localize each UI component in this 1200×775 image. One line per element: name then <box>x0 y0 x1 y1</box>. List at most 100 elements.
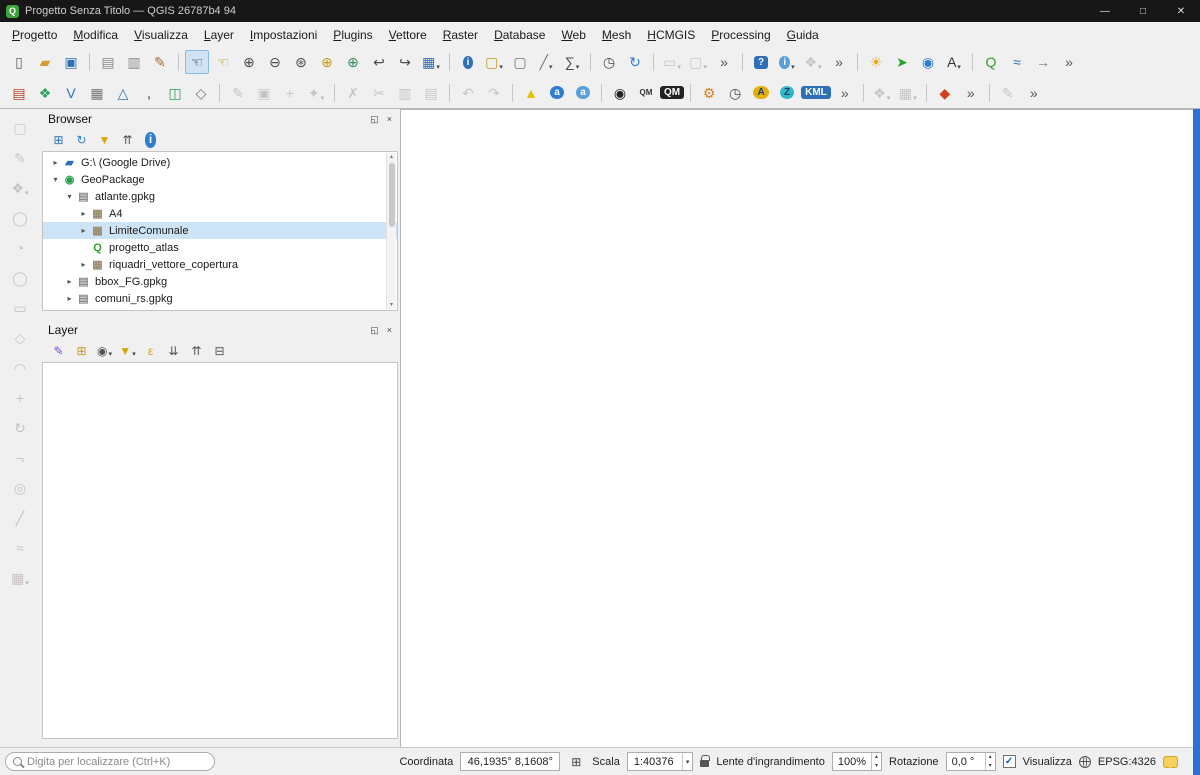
toolbar-overflow-1-button[interactable]: » <box>712 50 736 74</box>
messages-bubble-icon[interactable] <box>1163 755 1178 769</box>
expander-icon[interactable]: ▾ <box>49 175 62 184</box>
digitize-ellipse-button[interactable]: ◯ <box>8 265 32 290</box>
options-star-plugin-button[interactable]: ☀ <box>864 50 888 74</box>
kml-tools-button[interactable]: KML <box>801 81 831 105</box>
filter-by-expression-button[interactable]: ε <box>141 342 160 361</box>
scroll-up-icon[interactable]: ▴ <box>390 153 393 161</box>
expander-icon[interactable]: ▸ <box>63 294 76 303</box>
menu-mesh[interactable]: Mesh <box>594 25 639 45</box>
menu-hcmgis[interactable]: HCMGIS <box>639 25 703 45</box>
expand-all-button[interactable]: ⇊ <box>164 342 183 361</box>
filter-legend-button[interactable]: ▼ ▾ <box>118 342 137 361</box>
chevron-down-icon[interactable]: ▾ <box>681 753 693 770</box>
expander-icon[interactable]: ▸ <box>63 277 76 286</box>
collapse-all-button[interactable]: ⇈ <box>118 131 137 150</box>
saga-plugin-button[interactable]: ◆ <box>933 81 957 105</box>
plugin-disabled-a-button[interactable]: ❖ ▾ <box>801 50 825 74</box>
expander-icon[interactable]: ▸ <box>77 260 90 269</box>
undock-panel-button[interactable]: ◱ <box>370 325 379 336</box>
delete-selected-button[interactable]: ✗ <box>341 81 365 105</box>
add-selected-layers-button[interactable]: ⊞ <box>49 131 68 150</box>
temporal-controller-panel-button[interactable]: ◷ <box>597 50 621 74</box>
menu-progetto[interactable]: Progetto <box>4 25 65 45</box>
crs-label[interactable]: EPSG:4326 <box>1098 756 1156 768</box>
remove-layer-group-button[interactable]: ⊟ <box>210 342 229 361</box>
digitize-more-tools-button[interactable]: ▦ ▾ <box>8 565 32 590</box>
digitize-reshape-button[interactable]: ≈ <box>8 535 32 560</box>
properties-widget-button[interactable]: i <box>141 131 160 150</box>
style-manager-button[interactable]: ✎ <box>148 50 172 74</box>
plugin-tool-orange-button[interactable]: ⚙ <box>697 81 721 105</box>
crs-globe-icon[interactable] <box>1078 755 1091 768</box>
undo-button[interactable]: ↶ <box>456 81 480 105</box>
label-tool-move-button[interactable]: a <box>571 81 595 105</box>
pan-to-selection-button[interactable]: ☜ <box>211 50 235 74</box>
close-panel-button[interactable]: × <box>387 325 392 336</box>
add-geopackage-layer-button[interactable]: ❖ <box>33 81 57 105</box>
rotation-spinbox[interactable]: 0,0 ° ▴ ▾ <box>945 752 996 771</box>
menu-impostazioni[interactable]: Impostazioni <box>242 25 325 45</box>
tree-item-google-drive[interactable]: ▸ ▰ G:\ (Google Drive) <box>43 154 397 171</box>
paste-features-button[interactable]: ▤ <box>419 81 443 105</box>
toolbar-overflow-2-button[interactable]: » <box>827 50 851 74</box>
add-vector-layer-button[interactable]: V <box>59 81 83 105</box>
measure-button[interactable]: ╱ ▾ <box>534 50 558 74</box>
menu-visualizza[interactable]: Visualizza <box>126 25 196 45</box>
scroll-down-icon[interactable]: ▾ <box>390 301 393 309</box>
identify-features-button[interactable]: i <box>456 50 480 74</box>
tree-item-bbox-fg-gpkg[interactable]: ▸ ▤ bbox_FG.gpkg <box>43 273 397 290</box>
selection-tool-a-button[interactable]: ▭ ▾ <box>660 50 684 74</box>
spin-up-icon[interactable]: ▴ <box>986 753 995 762</box>
menu-guida[interactable]: Guida <box>779 25 827 45</box>
osm-place-search-button[interactable]: ◉ <box>608 81 632 105</box>
zoom-out-button[interactable]: ⊖ <box>263 50 287 74</box>
digitize-shape-menu-button[interactable]: ❖ ▾ <box>8 175 32 200</box>
render-checkbox[interactable]: ✓ <box>1002 755 1016 768</box>
share-plugin-button[interactable]: ➤ <box>890 50 914 74</box>
add-raster-layer-button[interactable]: ▦ <box>85 81 109 105</box>
help-button[interactable]: ? <box>749 50 773 74</box>
zoom-next-button[interactable]: ↪ <box>393 50 417 74</box>
refresh-map-button[interactable]: ↻ <box>623 50 647 74</box>
spin-up-icon[interactable]: ▴ <box>872 753 881 762</box>
new-print-layout-button[interactable]: ▤ <box>96 50 120 74</box>
locator-search[interactable] <box>5 752 215 771</box>
edit-disabled-plugin-button[interactable]: ✎ <box>996 81 1020 105</box>
browser-tree-scrollbar[interactable]: ▴ ▾ <box>386 153 396 309</box>
digitize-circle-3pt-button[interactable]: ◔ <box>8 235 32 260</box>
add-feature-button[interactable]: + <box>278 81 302 105</box>
tree-item-limitecomunale[interactable]: ▸ ▦ LimiteComunale <box>43 222 397 239</box>
digitize-rectangle-button[interactable]: ▭ <box>8 295 32 320</box>
scrollbar-thumb[interactable] <box>388 163 395 227</box>
qtiles-button[interactable]: QM <box>660 81 685 105</box>
add-virtual-layer-button[interactable]: ◇ <box>189 81 213 105</box>
zoom-in-button[interactable]: ⊕ <box>237 50 261 74</box>
map-canvas[interactable] <box>400 109 1200 747</box>
digitize-pencil-button[interactable]: ✎ <box>8 145 32 170</box>
plugin-badge-a-button[interactable]: A <box>749 81 773 105</box>
menu-web[interactable]: Web <box>553 25 593 45</box>
layer-labeling-options-button[interactable]: ▲ <box>519 81 543 105</box>
label-tool-pin-button[interactable]: a <box>545 81 569 105</box>
digitize-fill-ring-button[interactable]: ◎ <box>8 475 32 500</box>
menu-plugins[interactable]: Plugins <box>325 25 380 45</box>
spin-down-icon[interactable]: ▾ <box>986 762 995 771</box>
digitize-split-features-button[interactable]: ╱ <box>8 505 32 530</box>
qmetatiles-button[interactable]: QM <box>634 81 658 105</box>
tree-item-comuni-rs-gpkg[interactable]: ▸ ▤ comuni_rs.gpkg <box>43 290 397 307</box>
toolbar2-overflow-3-button[interactable]: » <box>1022 81 1046 105</box>
zoom-to-selection-button[interactable]: ⊕ <box>315 50 339 74</box>
layers-list-empty[interactable] <box>42 362 398 739</box>
add-mesh-layer-button[interactable]: △ <box>111 81 135 105</box>
metasearch-button[interactable]: ◉ <box>916 50 940 74</box>
manage-map-themes-button[interactable]: ◉ ▾ <box>95 342 114 361</box>
undock-panel-button[interactable]: ◱ <box>370 114 379 125</box>
close-panel-button[interactable]: × <box>387 114 392 125</box>
menu-processing[interactable]: Processing <box>703 25 778 45</box>
coordinate-input[interactable] <box>460 752 561 771</box>
refresh-browser-button[interactable]: ↻ <box>72 131 91 150</box>
export-page-button[interactable]: → <box>1031 50 1055 74</box>
redo-button[interactable]: ↷ <box>482 81 506 105</box>
selection-tool-b-button[interactable]: ▢ ▾ <box>686 50 710 74</box>
menu-modifica[interactable]: Modifica <box>65 25 126 45</box>
